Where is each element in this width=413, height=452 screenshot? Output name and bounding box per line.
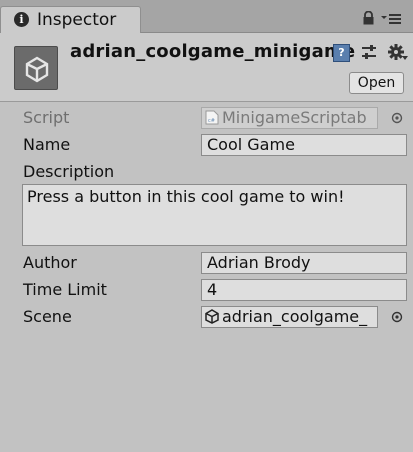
preset-icon[interactable] xyxy=(361,44,377,62)
description-label: Description xyxy=(23,162,115,181)
open-button[interactable]: Open xyxy=(349,72,404,94)
scene-label: Scene xyxy=(23,307,72,326)
script-value: MinigameScriptab xyxy=(222,108,367,127)
inspector-header: adrian_coolgame_minigame ? Open xyxy=(0,33,413,102)
menu-icon[interactable] xyxy=(380,11,402,25)
tab-bar: i Inspector xyxy=(0,0,413,34)
tab-label: Inspector xyxy=(37,10,117,30)
object-picker-icon[interactable] xyxy=(391,311,403,323)
scene-value: adrian_coolgame_ xyxy=(222,307,368,326)
unity-asset-icon xyxy=(14,46,58,90)
time-limit-label: Time Limit xyxy=(23,280,107,299)
asset-title: adrian_coolgame_minigame xyxy=(70,41,356,62)
tab-inspector[interactable]: i Inspector xyxy=(0,6,141,34)
author-field[interactable]: Adrian Brody xyxy=(201,252,407,274)
time-limit-field[interactable]: 4 xyxy=(201,279,407,301)
script-label: Script xyxy=(23,108,70,127)
scene-field[interactable]: adrian_coolgame_ xyxy=(201,306,378,328)
script-file-icon: c# xyxy=(205,110,219,125)
name-field[interactable]: Cool Game xyxy=(201,134,407,156)
object-picker-icon[interactable] xyxy=(391,112,403,124)
author-label: Author xyxy=(23,253,77,272)
gear-icon[interactable] xyxy=(388,43,408,63)
name-label: Name xyxy=(23,135,71,154)
info-icon: i xyxy=(14,12,29,27)
help-icon[interactable]: ? xyxy=(333,44,350,62)
script-field[interactable]: c# MinigameScriptab xyxy=(201,107,378,129)
lock-icon[interactable] xyxy=(362,11,375,25)
svg-text:c#: c# xyxy=(208,118,215,124)
description-textarea[interactable]: Press a button in this cool game to win! xyxy=(22,184,407,246)
unity-scene-icon xyxy=(205,309,219,324)
